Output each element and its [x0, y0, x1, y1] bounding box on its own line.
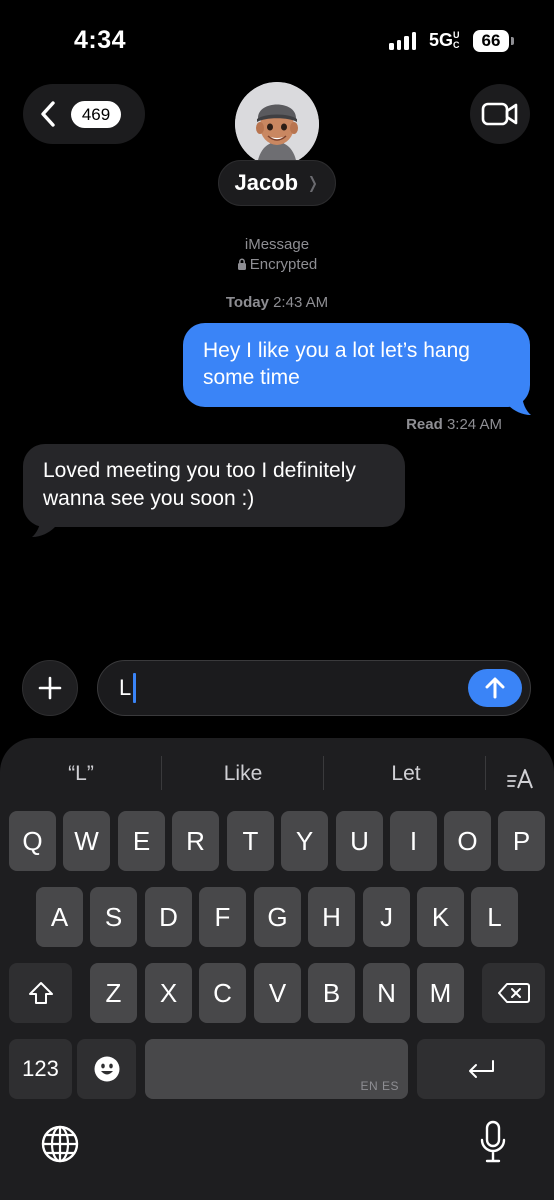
key-j[interactable]: J — [363, 887, 410, 947]
read-label: Read — [406, 416, 443, 433]
incoming-message-bubble[interactable]: Loved meeting you too I definitely wanna… — [23, 444, 405, 527]
key-s[interactable]: S — [90, 887, 137, 947]
key-i[interactable]: I — [390, 811, 437, 871]
timestamp-day: Today — [225, 294, 269, 311]
contact-avatar[interactable] — [235, 82, 319, 166]
read-time: 3:24 AM — [446, 416, 502, 433]
outgoing-message-text: Hey I like you a lot let’s hang some tim… — [203, 339, 470, 389]
shift-icon — [28, 982, 53, 1004]
cellular-signal-icon — [389, 32, 416, 50]
key-f[interactable]: F — [199, 887, 246, 947]
network-type: 5G — [429, 30, 454, 50]
key-c[interactable]: C — [199, 963, 246, 1023]
timestamp-time: 2:43 AM — [273, 294, 329, 311]
back-button[interactable]: 469 — [23, 84, 145, 144]
space-bar[interactable]: EN ES — [145, 1039, 408, 1099]
keyboard: “L” Like Let Q W E R T Y U I O P A S D F… — [0, 738, 554, 1200]
key-v[interactable]: V — [254, 963, 301, 1023]
delete-backspace-icon — [497, 983, 530, 1003]
suggestion-divider — [323, 756, 324, 790]
message-timestamp: Today 2:43 AM — [0, 294, 554, 311]
network-indicator: 5GUC — [429, 30, 463, 51]
battery-level: 66 — [481, 31, 501, 50]
video-camera-icon — [481, 102, 518, 126]
status-time: 4:34 — [74, 26, 127, 54]
key-z[interactable]: Z — [90, 963, 137, 1023]
battery-icon: 66 — [473, 30, 509, 52]
lock-icon — [237, 258, 246, 270]
memoji-avatar — [235, 82, 319, 166]
suggestion-divider — [161, 756, 162, 790]
microphone-icon[interactable] — [479, 1120, 507, 1164]
suggestion-1[interactable]: “L” — [30, 762, 132, 786]
message-input[interactable]: L — [97, 660, 531, 716]
plus-icon — [38, 676, 62, 700]
key-d[interactable]: D — [145, 887, 192, 947]
return-icon — [469, 1060, 494, 1078]
keyboard-languages: EN ES — [360, 1079, 399, 1093]
key-t[interactable]: T — [227, 811, 274, 871]
key-k[interactable]: K — [417, 887, 464, 947]
shift-key[interactable] — [9, 963, 72, 1023]
emoji-icon — [94, 1056, 119, 1082]
read-receipt: Read 3:24 AM — [406, 416, 502, 433]
suggestion-divider — [485, 756, 486, 790]
key-o[interactable]: O — [444, 811, 491, 871]
outgoing-message-bubble[interactable]: Hey I like you a lot let’s hang some tim… — [183, 323, 530, 407]
send-button[interactable] — [468, 669, 522, 707]
incoming-message-text: Loved meeting you too I definitely wanna… — [43, 459, 356, 510]
key-l[interactable]: L — [471, 887, 518, 947]
suggestion-2[interactable]: Like — [192, 762, 294, 786]
suggestion-3[interactable]: Let — [355, 762, 457, 786]
arrow-up-icon — [485, 677, 505, 699]
facetime-video-button[interactable] — [470, 84, 530, 144]
contact-name-button[interactable]: Jacob ❭ — [218, 160, 336, 206]
return-key[interactable] — [417, 1039, 545, 1099]
battery-nub — [511, 37, 514, 45]
key-m[interactable]: M — [417, 963, 464, 1023]
key-y[interactable]: Y — [281, 811, 328, 871]
key-q[interactable]: Q — [9, 811, 56, 871]
key-r[interactable]: R — [172, 811, 219, 871]
globe-icon[interactable] — [40, 1124, 80, 1164]
key-h[interactable]: H — [308, 887, 355, 947]
key-p[interactable]: P — [498, 811, 545, 871]
key-b[interactable]: B — [308, 963, 355, 1023]
chevron-right-icon: ❭ — [306, 175, 320, 192]
key-x[interactable]: X — [145, 963, 192, 1023]
text-caret — [133, 673, 136, 703]
encrypted-text: Encrypted — [249, 256, 318, 273]
key-n[interactable]: N — [363, 963, 410, 1023]
text-format-icon[interactable] — [506, 766, 536, 792]
chevron-left-icon — [41, 101, 55, 127]
key-e[interactable]: E — [118, 811, 165, 871]
numbers-key[interactable]: 123 — [9, 1039, 72, 1099]
key-g[interactable]: G — [254, 887, 301, 947]
message-input-value: L — [119, 675, 132, 700]
contact-name: Jacob — [234, 170, 299, 195]
emoji-key[interactable] — [77, 1039, 136, 1099]
apps-plus-button[interactable] — [22, 660, 78, 716]
key-u[interactable]: U — [336, 811, 383, 871]
incoming-bubble-tail — [32, 515, 55, 537]
delete-key[interactable] — [482, 963, 545, 1023]
network-suffix: UC — [453, 30, 460, 50]
service-label: iMessage — [244, 236, 310, 253]
key-a[interactable]: A — [36, 887, 83, 947]
key-w[interactable]: W — [63, 811, 110, 871]
outgoing-bubble-tail — [508, 393, 531, 415]
unread-count-badge: 469 — [71, 101, 121, 128]
encryption-label: Encrypted — [0, 256, 554, 273]
